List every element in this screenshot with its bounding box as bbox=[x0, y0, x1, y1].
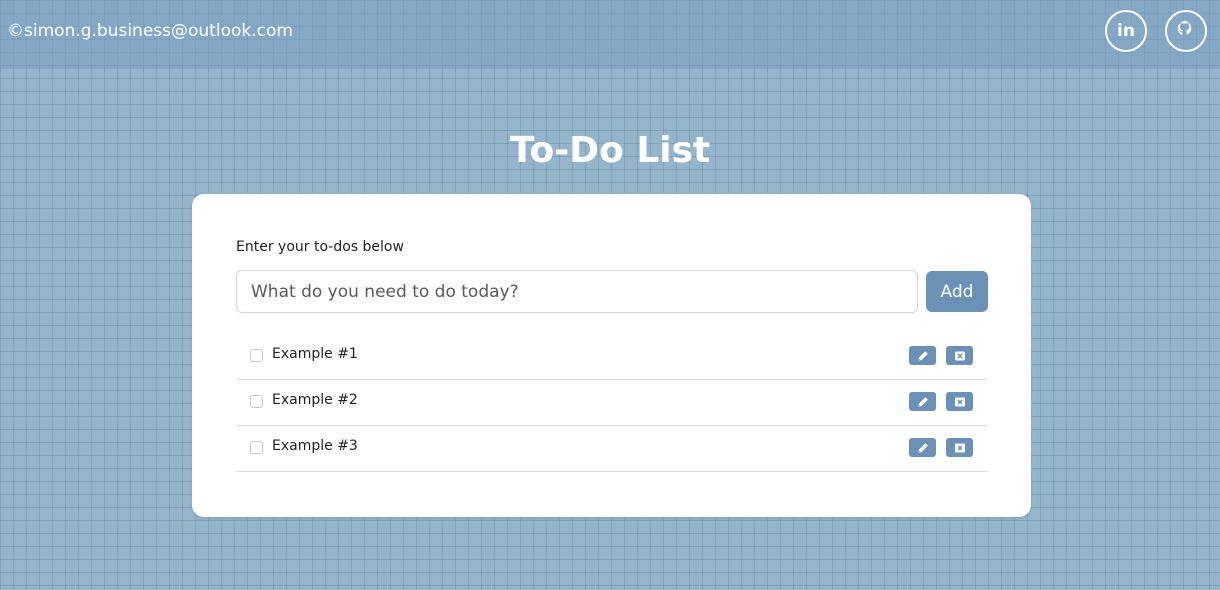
todo-checkbox[interactable] bbox=[250, 441, 263, 454]
todo-checkbox[interactable] bbox=[250, 395, 263, 408]
todo-label: Example #1 bbox=[272, 346, 358, 362]
copyright-text: ©simon.g.business@outlook.com bbox=[7, 21, 293, 41]
github-icon bbox=[1176, 19, 1196, 43]
pencil-icon bbox=[918, 396, 928, 406]
todo-card: Enter your to-dos below Add Example #1 E… bbox=[192, 194, 1031, 517]
edit-button[interactable] bbox=[909, 392, 936, 411]
delete-button[interactable] bbox=[946, 438, 973, 457]
todo-item: Example #3 bbox=[236, 426, 988, 472]
pencil-icon bbox=[918, 350, 928, 360]
close-icon bbox=[954, 351, 965, 360]
todo-label: Example #3 bbox=[272, 438, 358, 454]
top-bar: ©simon.g.business@outlook.com in bbox=[0, 0, 1220, 69]
github-link[interactable] bbox=[1165, 10, 1207, 52]
todo-list: Example #1 Example #2 Example #3 bbox=[236, 334, 988, 472]
linkedin-link[interactable]: in bbox=[1105, 10, 1147, 52]
todo-label: Example #2 bbox=[272, 392, 358, 408]
edit-button[interactable] bbox=[909, 346, 936, 365]
delete-button[interactable] bbox=[946, 392, 973, 411]
todo-item: Example #2 bbox=[236, 380, 988, 426]
linkedin-icon: in bbox=[1117, 20, 1135, 41]
input-prompt: Enter your to-dos below bbox=[236, 239, 404, 255]
add-button[interactable]: Add bbox=[926, 271, 988, 312]
close-icon bbox=[954, 443, 965, 452]
close-icon bbox=[954, 397, 965, 406]
edit-button[interactable] bbox=[909, 438, 936, 457]
todo-item: Example #1 bbox=[236, 334, 988, 380]
todo-input[interactable] bbox=[236, 270, 918, 313]
delete-button[interactable] bbox=[946, 346, 973, 365]
page-title: To-Do List bbox=[509, 130, 711, 171]
pencil-icon bbox=[918, 442, 928, 452]
todo-checkbox[interactable] bbox=[250, 349, 263, 362]
